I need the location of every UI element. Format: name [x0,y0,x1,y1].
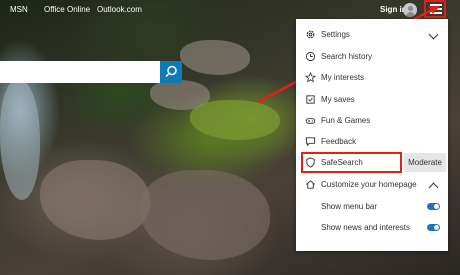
saves-icon [306,95,315,104]
menu-item-search-history[interactable]: Search history [296,47,448,67]
menu-item-settings[interactable]: Settings [296,25,448,45]
menu-item-fun-games[interactable]: Fun & Games [296,111,448,131]
menu-item-feedback[interactable]: Feedback [296,132,448,152]
safesearch-highlight [301,152,402,173]
safesearch-value-button[interactable]: Moderate [404,153,446,172]
settings-menu: Settings Search history My interests My … [296,19,448,251]
star-icon [305,72,316,83]
show-news-toggle[interactable] [427,224,440,231]
show-news-row: Show news and interests [296,219,448,237]
show-menu-bar-row: Show menu bar [296,198,448,216]
chevron-down-icon [428,29,439,40]
menu-item-my-saves[interactable]: My saves [296,90,448,110]
home-icon [306,180,315,189]
chevron-up-icon [428,182,439,193]
gear-icon [306,30,315,39]
feedback-icon [305,137,316,147]
menu-item-my-interests[interactable]: My interests [296,68,448,88]
show-menu-bar-toggle[interactable] [427,203,440,210]
games-icon [305,118,316,124]
menu-item-customize-homepage[interactable]: Customize your homepage [296,175,448,195]
history-icon [305,51,316,62]
